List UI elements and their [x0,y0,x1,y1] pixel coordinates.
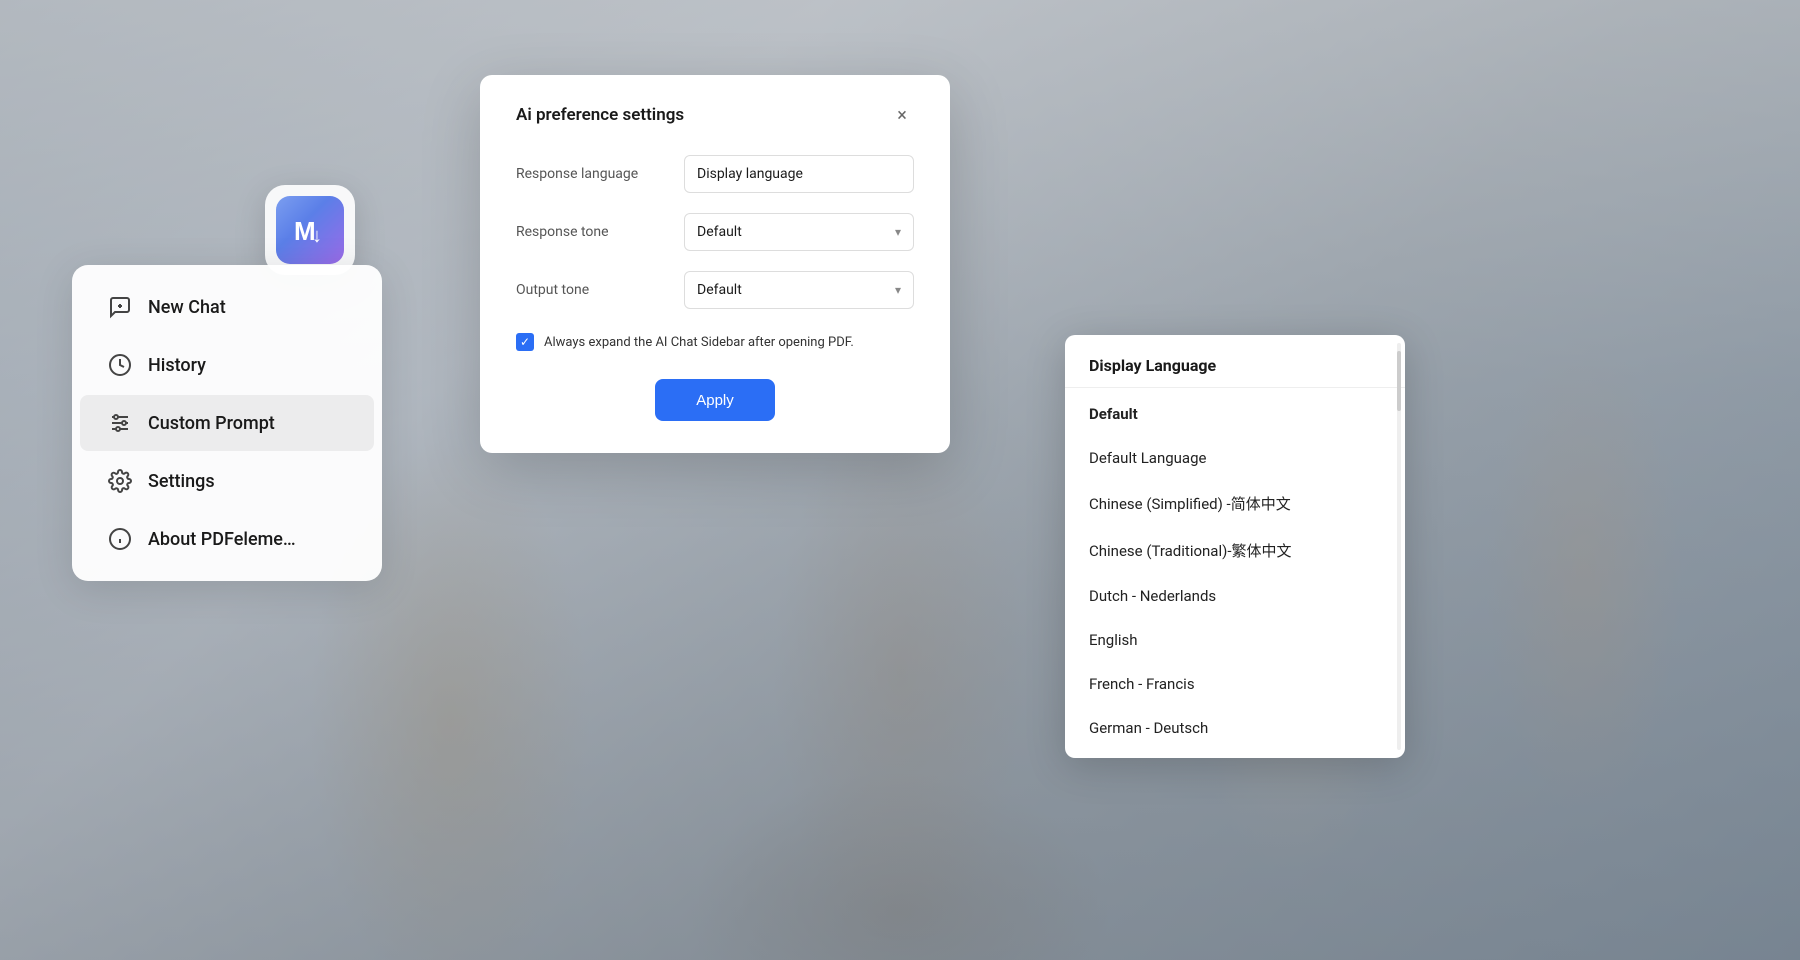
lang-item-chinese-traditional[interactable]: Chinese (Traditional)-繁体中文 [1065,527,1405,574]
close-button[interactable]: × [890,103,914,127]
scrollbar-thumb [1397,351,1401,411]
history-label: History [148,355,206,376]
response-tone-select[interactable]: Default ▾ [684,213,914,251]
scrollbar[interactable] [1397,343,1401,750]
output-tone-row: Output tone Default ▾ [516,271,914,309]
lang-divider-top [1065,387,1405,388]
settings-dialog: Ai preference settings × Response langua… [480,75,950,453]
checkbox-row: ✓ Always expand the AI Chat Sidebar afte… [516,333,914,351]
lang-item-chinese-simplified[interactable]: Chinese (Simplified) -简体中文 [1065,480,1405,527]
info-icon [108,527,132,551]
settings-label: Settings [148,471,215,492]
lang-item-german[interactable]: German - Deutsch [1065,706,1405,750]
response-language-label: Response language [516,166,638,182]
sidebar-item-about[interactable]: About PDFeleme… [80,511,374,567]
sidebar-item-new-chat[interactable]: New Chat [80,279,374,335]
new-chat-label: New Chat [148,297,226,318]
lang-item-default[interactable]: Default [1065,392,1405,436]
check-icon: ✓ [520,335,530,349]
sidebar-item-custom-prompt[interactable]: Custom Prompt [80,395,374,451]
custom-prompt-label: Custom Prompt [148,413,275,434]
lang-item-dutch[interactable]: Dutch - Nederlands [1065,574,1405,618]
checkbox-label: Always expand the AI Chat Sidebar after … [544,335,854,350]
dialog-header: Ai preference settings × [516,103,914,127]
sidebar-item-settings[interactable]: Settings [80,453,374,509]
apply-button[interactable]: Apply [655,379,775,421]
output-tone-select[interactable]: Default ▾ [684,271,914,309]
response-tone-value: Default [697,224,742,240]
response-tone-row: Response tone Default ▾ [516,213,914,251]
lang-dropdown-header: Display Language [1065,343,1405,383]
chat-plus-icon [108,295,132,319]
dialog-title: Ai preference settings [516,105,684,125]
output-tone-label: Output tone [516,282,589,298]
lang-item-french[interactable]: French - Francis [1065,662,1405,706]
about-label: About PDFeleme… [148,529,296,550]
svg-text:↓: ↓ [312,225,322,247]
app-icon: M ↓ [265,185,355,275]
response-language-row: Response language Display language [516,155,914,193]
gear-icon [108,469,132,493]
chevron-down-icon: ▾ [895,225,901,239]
sidebar-item-history[interactable]: History [80,337,374,393]
response-language-select[interactable]: Display language [684,155,914,193]
expand-sidebar-checkbox[interactable]: ✓ [516,333,534,351]
language-dropdown: Display Language Default Default Languag… [1065,335,1405,758]
sliders-icon [108,411,132,435]
chevron-down-icon-2: ▾ [895,283,901,297]
app-icon-label: M ↓ [276,196,344,264]
menu-panel: New Chat History Custom Prompt Settings [72,265,382,581]
response-tone-label: Response tone [516,224,609,240]
response-language-value: Display language [697,166,803,182]
lang-item-english[interactable]: English [1065,618,1405,662]
clock-icon [108,353,132,377]
output-tone-value: Default [697,282,742,298]
lang-item-default-language[interactable]: Default Language [1065,436,1405,480]
